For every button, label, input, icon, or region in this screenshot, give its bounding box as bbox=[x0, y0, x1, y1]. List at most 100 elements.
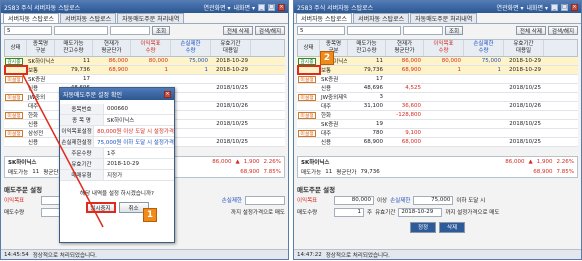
loss-limit-input[interactable]: 75,000 bbox=[413, 195, 454, 205]
cell-loss bbox=[463, 93, 503, 101]
table-row[interactable]: 미설정 SK증권 17 bbox=[4, 75, 285, 84]
cell-name: 신용 bbox=[28, 86, 39, 92]
summary-panel: SK하이닉스 86,000 ▲ 1,900 2.26% 매도가능11 평균단가7… bbox=[297, 156, 578, 178]
status-badge[interactable]: 미설정 bbox=[5, 111, 23, 119]
search-button[interactable]: 조회 bbox=[445, 26, 464, 35]
minimize-icon[interactable]: _ bbox=[551, 3, 558, 11]
delete-button[interactable]: 삭제 bbox=[439, 221, 465, 233]
account-name-field[interactable] bbox=[54, 26, 108, 35]
profit-target-input[interactable]: 80,000 bbox=[334, 195, 374, 205]
table-row[interactable]: 미설정 대주 780 9,100 bbox=[297, 129, 578, 138]
cell-qty: 48,696 bbox=[363, 85, 383, 91]
cell-date bbox=[503, 129, 543, 137]
status-badge[interactable]: 미설정 bbox=[5, 129, 23, 137]
table-row[interactable]: 미설정 한화 -128,800 bbox=[297, 111, 578, 120]
cell-date bbox=[210, 75, 250, 83]
cell-status bbox=[297, 120, 319, 128]
dialog-close-icon[interactable]: × bbox=[164, 90, 171, 98]
my-screen-menu[interactable]: 내화면 ▾ bbox=[234, 3, 255, 12]
cell-profit: 1 bbox=[164, 67, 169, 73]
table-row[interactable]: 보통 79,736 68,900 1 1 2018-10-29 bbox=[4, 66, 285, 75]
table-row[interactable]: 미설정 SK증권 17 bbox=[297, 75, 578, 84]
maximize-icon[interactable]: □ bbox=[268, 3, 275, 11]
dialog-ok-button[interactable]: 일시중지 bbox=[85, 202, 116, 213]
table-row[interactable]: 신용 68,900 68,000 2018/10/25 bbox=[297, 138, 578, 147]
delete-all-button[interactable]: 전체 삭제 bbox=[222, 26, 253, 35]
cell-profit bbox=[423, 84, 463, 92]
table-row[interactable]: 보통 79,736 68,900 1 1 2018-10-29 bbox=[297, 66, 578, 75]
title-bar: 2583 주식 서버자동 스탑로스 연관화면 ▾ 내화면 ▾ _ □ × bbox=[1, 1, 288, 13]
close-icon[interactable]: × bbox=[571, 3, 578, 11]
cell-date bbox=[503, 111, 543, 119]
related-menu[interactable]: 연관화면 ▾ bbox=[497, 3, 524, 12]
modify-button[interactable]: 정정 bbox=[410, 221, 436, 233]
status-badge[interactable]: 미설정 bbox=[298, 111, 316, 119]
cell-loss bbox=[170, 102, 210, 110]
sell-order-setting: 매도주문 설정 이익목표 80,000 이상 손실제한 75,000 이하 도달… bbox=[297, 184, 578, 233]
loss-limit-input[interactable] bbox=[245, 195, 285, 205]
cell-date: 2018-10-29 bbox=[216, 58, 248, 64]
status-badge[interactable]: 감시중 bbox=[298, 57, 316, 65]
cell-price bbox=[385, 75, 423, 83]
summary-arrow: ▲ bbox=[235, 159, 240, 165]
tab-order-history[interactable]: 자동매도주문 처리내역 bbox=[410, 13, 478, 23]
tab-server-stoploss-2[interactable]: 서버자동 스탑로스 bbox=[60, 13, 117, 23]
delete-all-button[interactable]: 전체 삭제 bbox=[515, 26, 546, 35]
valid-date-input[interactable]: 2018-10-29 bbox=[398, 207, 443, 217]
table-row[interactable]: 대주 31,100 36,600 2018/10/26 bbox=[297, 102, 578, 111]
status-badge[interactable]: 미설정 bbox=[5, 75, 23, 83]
search-cancel-button[interactable]: 검색/해지 bbox=[547, 26, 578, 35]
minimize-icon[interactable]: _ bbox=[258, 3, 265, 11]
sell-qty-input[interactable]: 1 bbox=[334, 207, 364, 217]
tab-server-stoploss[interactable]: 서버자동 스탑로스 bbox=[296, 13, 353, 23]
cell-name: 보통 bbox=[321, 68, 332, 74]
status-badge[interactable]: 감시중 bbox=[5, 57, 23, 65]
password-field[interactable] bbox=[403, 26, 443, 35]
tab-order-history[interactable]: 자동매도주문 처리내역 bbox=[117, 13, 185, 23]
status-badge[interactable]: 미설정 bbox=[298, 129, 316, 137]
status-bar: 14:47:22 정상적으로 처리되었습니다. bbox=[294, 249, 581, 259]
status-badge[interactable]: 미설정 bbox=[298, 75, 316, 83]
tab-server-stoploss[interactable]: 서버자동 스탑로스 bbox=[3, 13, 60, 23]
cell-profit bbox=[423, 93, 463, 101]
cell-name: 대주 bbox=[321, 131, 332, 137]
table-row[interactable]: 신용 48,696 4,525 2018/10/25 bbox=[297, 84, 578, 93]
toolbar: 5 조회 전체 삭제 검색/해지 bbox=[1, 24, 288, 37]
my-screen-menu[interactable]: 내화면 ▾ bbox=[527, 3, 548, 12]
maximize-icon[interactable]: □ bbox=[561, 3, 568, 11]
account-select[interactable]: 5 bbox=[297, 26, 345, 35]
cell-loss bbox=[170, 84, 210, 92]
toolbar: 5 조회 전체 삭제 검색/해지 bbox=[294, 24, 581, 37]
status-badge[interactable]: 미설정 bbox=[298, 93, 316, 101]
summary-change-pct: 2.26% bbox=[263, 159, 281, 165]
table-row[interactable]: 감시중 SK하이닉스 11 86,000 80,000 75,000 2018-10-29 bbox=[4, 57, 285, 66]
table-row[interactable]: 미설정 JW중외제약 3 bbox=[297, 93, 578, 102]
cell-name: 보통 bbox=[28, 68, 39, 74]
cell-status bbox=[297, 138, 319, 146]
close-icon[interactable]: × bbox=[278, 3, 285, 11]
password-field[interactable] bbox=[110, 26, 150, 35]
window-title: 2583 주식 서버자동 스탑로스 bbox=[297, 4, 374, 12]
search-cancel-button[interactable]: 검색/해지 bbox=[254, 26, 285, 35]
status-badge[interactable]: 미설정 bbox=[5, 93, 23, 101]
account-select[interactable]: 5 bbox=[4, 26, 52, 35]
cell-qty: 31,100 bbox=[363, 103, 383, 109]
cell-loss bbox=[170, 111, 210, 119]
cell-profit: 80,000 bbox=[148, 58, 168, 64]
table-row[interactable]: SK증권 19 2018/10/25 bbox=[297, 120, 578, 129]
account-name-field[interactable] bbox=[347, 26, 401, 35]
cell-loss bbox=[170, 75, 210, 83]
table-row[interactable]: 감시중 SK하이닉스 11 86,000 80,000 75,000 2018-10-29 bbox=[297, 57, 578, 66]
search-button[interactable]: 조회 bbox=[152, 26, 171, 35]
cell-qty: 780 bbox=[372, 130, 384, 136]
tab-server-stoploss-2[interactable]: 서버자동 스탑로스 bbox=[353, 13, 410, 23]
stoploss-window-left: 2583 주식 서버자동 스탑로스 연관화면 ▾ 내화면 ▾ _ □ × 서버자… bbox=[0, 0, 289, 260]
summary-price: 86,000 bbox=[212, 159, 232, 165]
cell-qty: 19 bbox=[376, 121, 383, 127]
cell-profit bbox=[423, 111, 463, 119]
step-badge-1: 1 bbox=[143, 208, 157, 222]
cell-price: 4,525 bbox=[405, 85, 421, 91]
related-menu[interactable]: 연관화면 ▾ bbox=[204, 3, 231, 12]
cell-name: 삼성전 bbox=[28, 131, 44, 137]
cell-date: 2018/10/25 bbox=[216, 139, 248, 145]
